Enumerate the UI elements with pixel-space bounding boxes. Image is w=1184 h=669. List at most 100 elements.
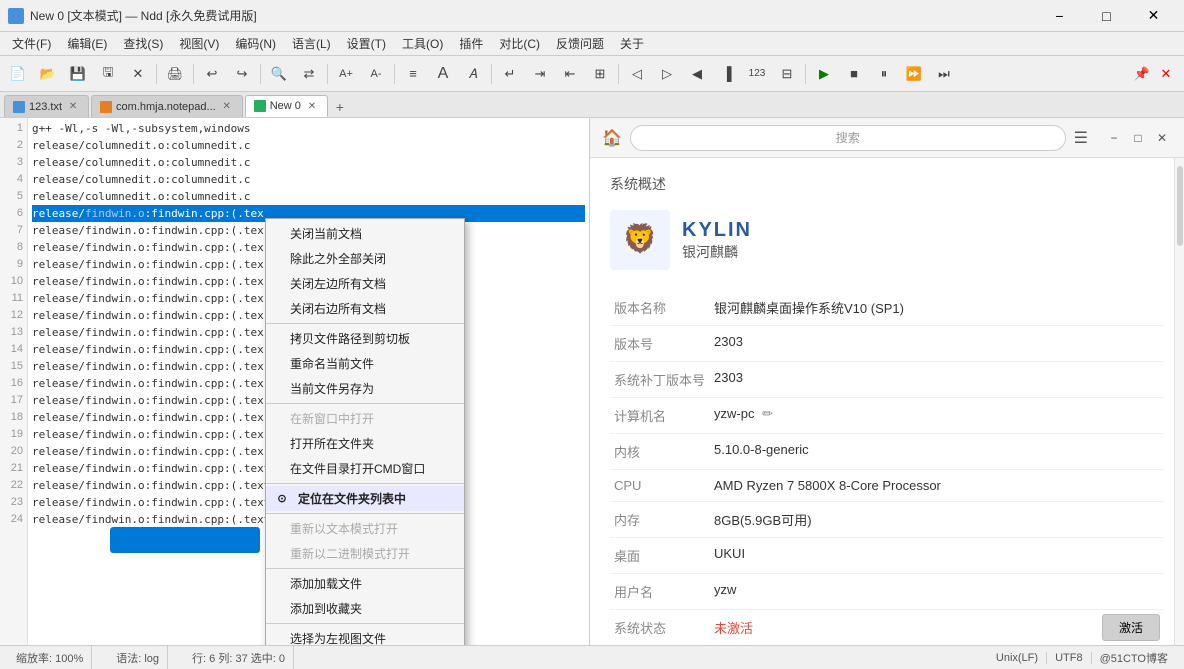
wrap-button[interactable]: ↵: [496, 60, 524, 88]
editor-line: release/columnedit.o:columnedit.c: [32, 171, 585, 188]
close-button[interactable]: ✕: [1131, 6, 1176, 26]
tab-icon-3: [254, 100, 266, 112]
tab-close-3[interactable]: ✕: [305, 99, 319, 113]
svg-text:🦁: 🦁: [623, 222, 658, 255]
indent-button[interactable]: ⇥: [526, 60, 554, 88]
stop-button[interactable]: ■: [840, 60, 868, 88]
maximize-button[interactable]: □: [1084, 6, 1129, 26]
add-tab-button[interactable]: +: [330, 97, 350, 117]
menu-about[interactable]: 关于: [612, 33, 652, 55]
tab-label-3: New 0: [270, 100, 301, 112]
ctx-select-left-view[interactable]: 选择为左视图文件: [266, 626, 464, 645]
activate-button[interactable]: 激活: [1102, 614, 1160, 641]
ctx-close-right[interactable]: 关闭右边所有文档: [266, 296, 464, 321]
ctx-locate-file[interactable]: ⊙ 定位在文件夹列表中: [266, 486, 464, 511]
prev-button[interactable]: ◁: [623, 60, 651, 88]
cols-button[interactable]: ▐: [713, 60, 741, 88]
find-button[interactable]: 🔍: [265, 60, 293, 88]
menu-lang[interactable]: 语言(L): [284, 33, 339, 55]
ctx-separator-1: [266, 323, 464, 324]
zoom-out-button[interactable]: A-: [362, 60, 390, 88]
ctx-rename[interactable]: 重命名当前文件: [266, 351, 464, 376]
ctx-close-left[interactable]: 关闭左边所有文档: [266, 271, 464, 296]
toolbar-separator-4: [327, 64, 328, 84]
grid-button[interactable]: ⊟: [773, 60, 801, 88]
ctx-reopen-text: 重新以文本模式打开: [266, 516, 464, 541]
num-button[interactable]: 123: [743, 60, 771, 88]
step-button[interactable]: ⏩: [900, 60, 928, 88]
label-desktop: 桌面: [610, 538, 710, 574]
ctx-close-others[interactable]: 除此之外全部关闭: [266, 246, 464, 271]
tab-123txt[interactable]: 123.txt ✕: [4, 95, 89, 117]
rp-minimize-button[interactable]: −: [1104, 128, 1124, 148]
blue-button[interactable]: [110, 527, 260, 553]
rp-maximize-button[interactable]: □: [1128, 128, 1148, 148]
save-all-button[interactable]: 🖫: [94, 60, 122, 88]
play-button[interactable]: ▶: [810, 60, 838, 88]
search-box[interactable]: 搜索: [630, 125, 1066, 151]
save-button[interactable]: 💾: [64, 60, 92, 88]
menu-encode[interactable]: 编码(N): [227, 33, 284, 55]
format-button[interactable]: ⊞: [586, 60, 614, 88]
menu-tools[interactable]: 工具(O): [394, 33, 451, 55]
menu-compare[interactable]: 对比(C): [491, 33, 548, 55]
ctx-copy-path[interactable]: 拷贝文件路径到剪切板: [266, 326, 464, 351]
toolbar-separator-1: [156, 64, 157, 84]
edit-computer-name-icon[interactable]: ✏: [762, 406, 773, 421]
tab-close-2[interactable]: ✕: [220, 100, 234, 114]
home-button[interactable]: 🏠: [602, 128, 622, 148]
menu-plugins[interactable]: 插件: [451, 33, 491, 55]
scrollbar[interactable]: [1174, 158, 1184, 645]
align-left-button[interactable]: ≡: [399, 60, 427, 88]
menu-file[interactable]: 文件(F): [4, 33, 59, 55]
replace-button[interactable]: ⇄: [295, 60, 323, 88]
menu-bar: 文件(F) 编辑(E) 查找(S) 视图(V) 编码(N) 语言(L) 设置(T…: [0, 32, 1184, 56]
status-inactive-text: 未激活: [714, 621, 753, 636]
tab-hmja[interactable]: com.hmja.notepad... ✕: [91, 95, 243, 117]
menu-settings[interactable]: 设置(T): [339, 33, 394, 55]
ctx-save-as[interactable]: 当前文件另存为: [266, 376, 464, 401]
tab-new0[interactable]: New 0 ✕: [245, 95, 328, 117]
close-button[interactable]: ✕: [124, 60, 152, 88]
menu-search[interactable]: 查找(S): [115, 33, 171, 55]
align-big2-button[interactable]: 𝐴: [459, 60, 487, 88]
tab-close-1[interactable]: ✕: [66, 100, 80, 114]
value-memory: 8GB(5.9GB可用): [710, 502, 1164, 538]
open-file-button[interactable]: 📂: [34, 60, 62, 88]
ctx-add-load[interactable]: 添加加载文件: [266, 571, 464, 596]
status-encoding[interactable]: UTF8: [1047, 652, 1092, 664]
end-button[interactable]: ⏭: [930, 60, 958, 88]
table-row: 系统补丁版本号 2303: [610, 362, 1164, 398]
toolbar-separator-5: [394, 64, 395, 84]
app-icon: [8, 8, 24, 24]
label-version-num: 版本号: [610, 326, 710, 362]
close-panel-button[interactable]: ✕: [1152, 60, 1180, 88]
status-bar: 缩放率: 100% 语法: log 行: 6 列: 37 选中: 0 Unix(…: [0, 645, 1184, 669]
label-sys-status: 系统状态: [610, 610, 710, 646]
table-row: 内核 5.10.0-8-generic: [610, 434, 1164, 470]
ctx-open-folder[interactable]: 打开所在文件夹: [266, 431, 464, 456]
value-version-name: 银河麒麟桌面操作系统V10 (SP1): [710, 290, 1164, 326]
menu-view[interactable]: 视图(V): [171, 33, 227, 55]
outdent-button[interactable]: ⇤: [556, 60, 584, 88]
menu-edit[interactable]: 编辑(E): [59, 33, 115, 55]
ctx-add-favorite[interactable]: 添加到收藏夹: [266, 596, 464, 621]
status-line-end[interactable]: Unix(LF): [988, 652, 1047, 664]
minimize-button[interactable]: −: [1037, 6, 1082, 26]
menu-feedback[interactable]: 反馈问题: [548, 33, 612, 55]
pause-button[interactable]: ⏸: [870, 60, 898, 88]
next-button[interactable]: ▷: [653, 60, 681, 88]
new-file-button[interactable]: 📄: [4, 60, 32, 88]
zoom-in-button[interactable]: A+: [332, 60, 360, 88]
redo-button[interactable]: ↪: [228, 60, 256, 88]
rp-close-button[interactable]: ✕: [1152, 128, 1172, 148]
ctx-close-current[interactable]: 关闭当前文档: [266, 221, 464, 246]
print-button[interactable]: 🖨: [161, 60, 189, 88]
ctx-open-cmd[interactable]: 在文件目录打开CMD窗口: [266, 456, 464, 481]
menu-hamburger-button[interactable]: ☰: [1074, 128, 1088, 148]
title-controls: − □ ✕: [1037, 6, 1176, 26]
undo-button[interactable]: ↩: [198, 60, 226, 88]
align-big-button[interactable]: A: [429, 60, 457, 88]
back-button[interactable]: ◀: [683, 60, 711, 88]
editor-area: 1 2 3 4 5 6 7 8 9 10 11 12 13 14 15 16 1…: [0, 118, 590, 645]
